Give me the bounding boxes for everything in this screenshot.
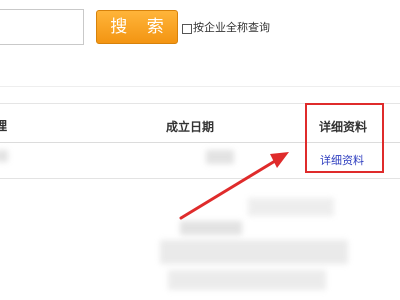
details-highlight-box (305, 103, 384, 173)
search-input[interactable] (0, 9, 84, 45)
redacted-text (0, 150, 8, 162)
table-column-header-established-date: 成立日期 (166, 120, 215, 134)
redacted-text (168, 270, 326, 290)
table-row-divider (0, 178, 400, 179)
full-name-query-label: 按企业全称查询 (193, 21, 270, 34)
top-divider (0, 86, 400, 87)
table-column-header: 理 (0, 119, 8, 133)
search-button[interactable]: 搜 索 (96, 10, 178, 44)
redacted-text (206, 150, 234, 164)
redacted-text (160, 240, 348, 264)
full-name-query-checkbox[interactable] (182, 24, 192, 34)
redacted-text (180, 221, 242, 235)
redacted-text (248, 198, 334, 216)
page: 搜 索 按企业全称查询 理 成立日期 详细资料 详细资料 (0, 0, 400, 300)
